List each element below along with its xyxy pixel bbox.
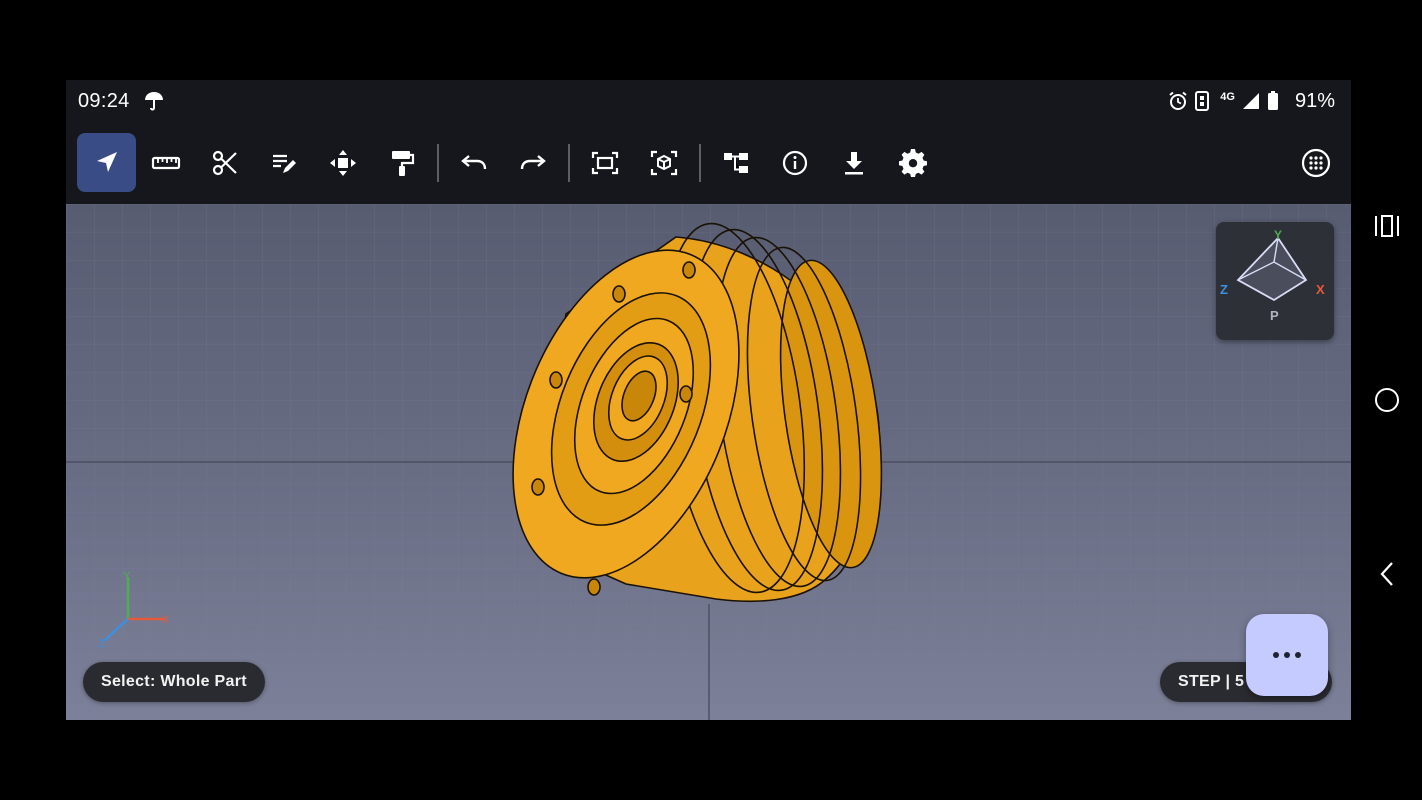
undo-button[interactable]: [444, 133, 503, 192]
grid-toggle-button[interactable]: [1286, 133, 1345, 192]
selection-mode-pill[interactable]: Select: Whole Part: [83, 662, 265, 702]
more-options-button[interactable]: [1246, 614, 1328, 696]
hierarchy-icon: [723, 152, 748, 173]
move-tool-button[interactable]: [313, 133, 372, 192]
gear-icon: [898, 148, 927, 177]
view-cube-z-label: Z: [1220, 282, 1228, 297]
view-cube-graphic: Y X Z P: [1220, 228, 1325, 323]
view-cube[interactable]: Y X Z P: [1216, 222, 1334, 340]
back-icon: [1380, 562, 1393, 586]
axis-triad-y-label: Y: [123, 570, 131, 582]
status-bar: 09:24 4G 91%: [66, 80, 1351, 124]
info-button[interactable]: [765, 133, 824, 192]
data-saver-icon: [1194, 91, 1214, 111]
ruler-icon: [151, 156, 180, 169]
home-icon: [1375, 388, 1399, 412]
axis-triad: Y X Z: [98, 570, 170, 649]
back-button[interactable]: [1371, 558, 1403, 590]
move-arrows-icon: [329, 149, 356, 176]
alarm-icon: [1168, 91, 1188, 111]
app-screen: 09:24 4G 91% Y X Z P Y X Z Select: Whole…: [66, 80, 1351, 720]
cube-frame-icon: [650, 150, 677, 175]
status-icons: 4G 91%: [1168, 89, 1335, 113]
system-nav-bar: [1351, 0, 1422, 800]
download-icon: [844, 151, 863, 174]
toolbar: [66, 124, 1351, 204]
selection-mode-text: Select: Whole Part: [101, 673, 247, 690]
signal-icon: [1241, 91, 1261, 111]
recents-button[interactable]: [1371, 210, 1403, 242]
section-tool-button[interactable]: [195, 133, 254, 192]
view-cube-x-label: X: [1316, 282, 1325, 297]
redo-icon: [520, 154, 546, 169]
redo-button[interactable]: [503, 133, 562, 192]
battery-icon: [1267, 91, 1287, 111]
measure-tool-button[interactable]: [136, 133, 195, 192]
edit-list-icon: [272, 154, 296, 173]
status-time: 09:24: [78, 90, 130, 112]
tree-button[interactable]: [706, 133, 765, 192]
view-cube-projection-label[interactable]: P: [1270, 308, 1279, 323]
info-icon: [782, 150, 807, 175]
axis-triad-x-label: X: [162, 614, 170, 626]
download-button[interactable]: [824, 133, 883, 192]
recents-icon: [1375, 215, 1399, 237]
3d-viewport[interactable]: Y X Z P Y X Z Select: Whole Part STEP | …: [66, 204, 1351, 720]
view-cube-y-label: Y: [1274, 228, 1282, 242]
grid-dots-icon: [1301, 148, 1330, 177]
battery-percent: 91%: [1294, 89, 1335, 112]
scissors-icon: [212, 150, 237, 175]
select-tool-button[interactable]: [77, 133, 136, 192]
annotate-tool-button[interactable]: [254, 133, 313, 192]
settings-button[interactable]: [883, 133, 942, 192]
umbrella-icon: [144, 90, 164, 112]
view-3d-button[interactable]: [634, 133, 693, 192]
fit-screen-icon: [591, 151, 618, 174]
undo-icon: [460, 154, 486, 169]
toolbar-divider: [568, 144, 570, 182]
cad-model[interactable]: [66, 204, 1351, 720]
toolbar-divider: [437, 144, 439, 182]
paint-roller-icon: [391, 150, 414, 176]
toolbar-divider: [699, 144, 701, 182]
network-4g-label: 4G: [1220, 91, 1235, 103]
axis-triad-z-label: Z: [98, 638, 105, 649]
fit-view-button[interactable]: [575, 133, 634, 192]
more-horizontal-icon: [1273, 652, 1301, 658]
paint-tool-button[interactable]: [372, 133, 431, 192]
home-button[interactable]: [1371, 384, 1403, 416]
file-format-text: STEP | 5: [1178, 673, 1245, 690]
navigation-arrow-icon: [96, 151, 117, 172]
